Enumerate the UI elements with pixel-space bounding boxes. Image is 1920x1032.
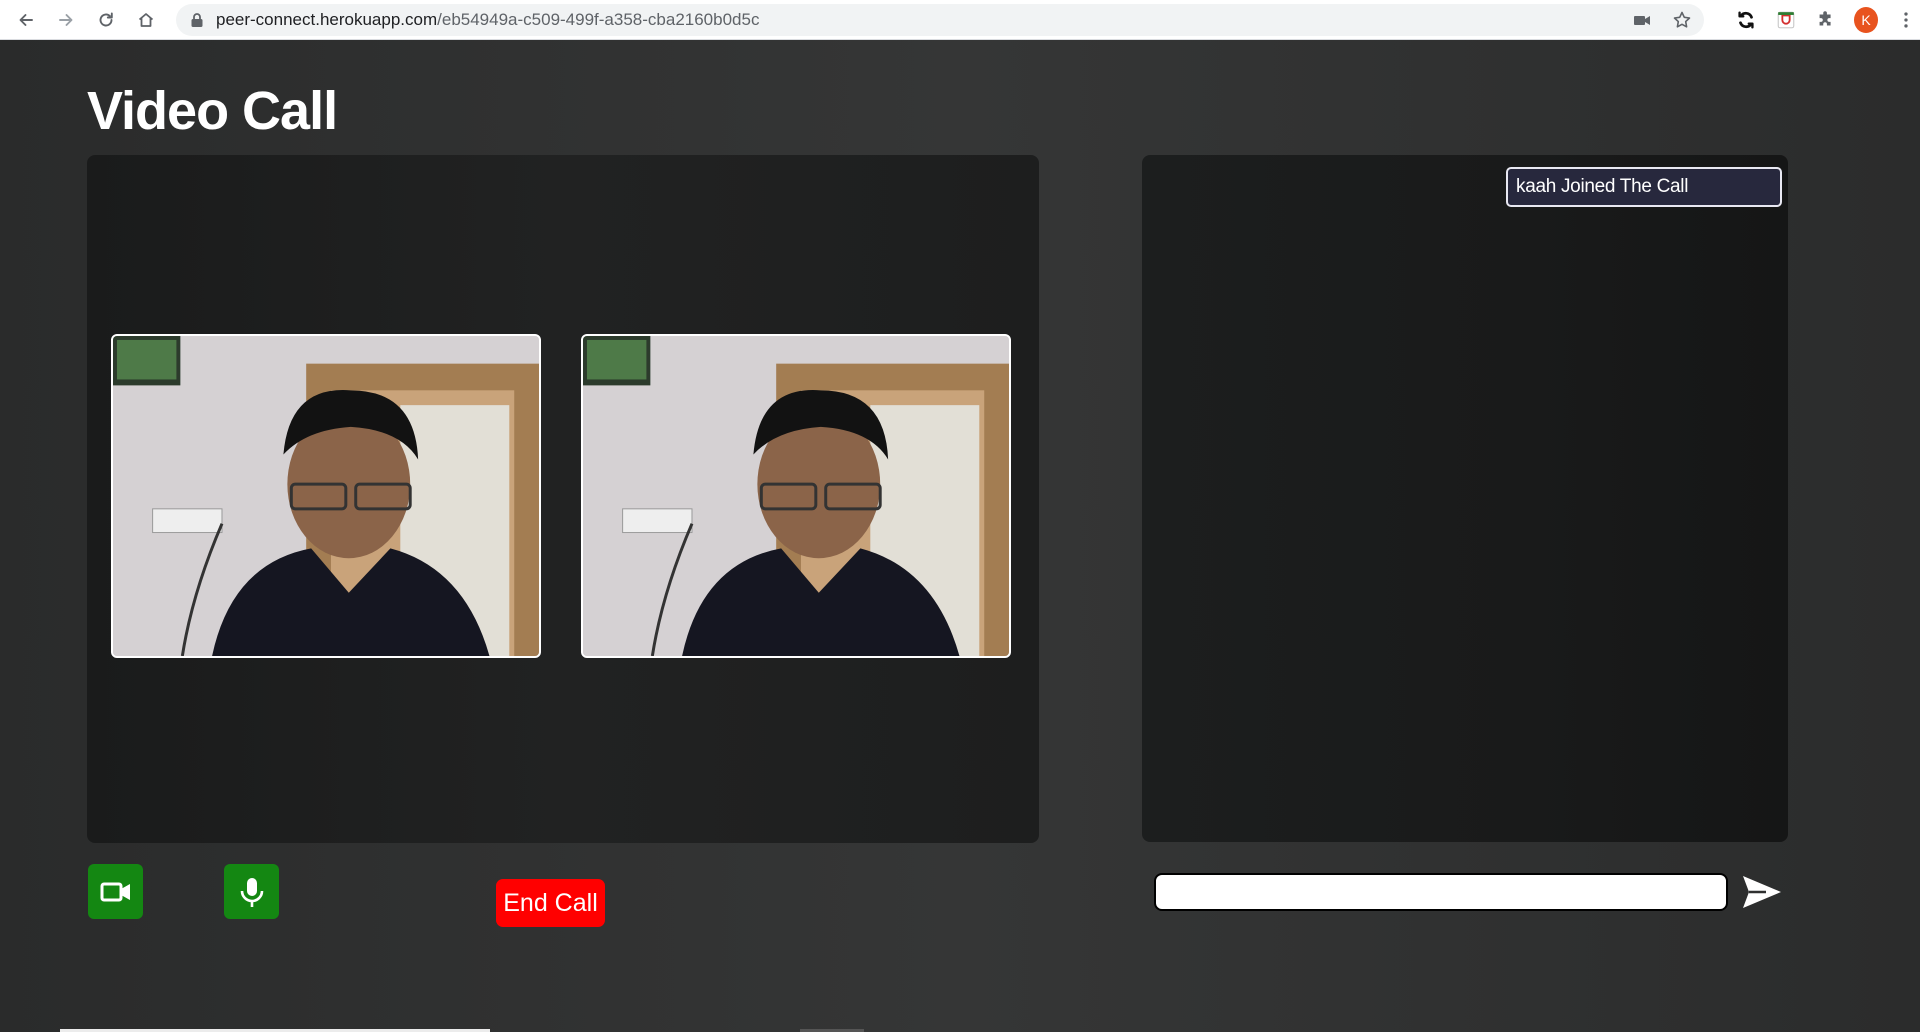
microphone-icon bbox=[240, 877, 263, 907]
url-path: /eb54949a-c509-499f-a358-cba2160b0d5c bbox=[437, 9, 760, 29]
profile-initial: K bbox=[1854, 6, 1878, 33]
more-menu-icon[interactable] bbox=[1894, 8, 1918, 32]
back-arrow-icon bbox=[19, 13, 33, 26]
send-icon bbox=[1743, 876, 1781, 908]
chat-input[interactable] bbox=[1154, 873, 1728, 911]
home-button[interactable] bbox=[130, 4, 162, 36]
back-button[interactable] bbox=[10, 4, 42, 36]
toggle-mic-button[interactable] bbox=[224, 864, 279, 919]
chat-panel: kaah Joined The Call bbox=[1142, 155, 1788, 842]
home-icon bbox=[138, 12, 154, 27]
webcam-frame-image bbox=[583, 336, 1009, 656]
shield-extension-icon[interactable] bbox=[1774, 8, 1798, 32]
lock-icon bbox=[191, 12, 203, 27]
url-host: peer-connect.herokuapp.com bbox=[216, 9, 438, 29]
bookmark-star-icon[interactable] bbox=[1672, 10, 1692, 30]
sync-extension-icon[interactable] bbox=[1734, 8, 1758, 32]
address-bar[interactable]: peer-connect.herokuapp.com/eb54949a-c509… bbox=[176, 3, 1704, 36]
profile-avatar[interactable]: K bbox=[1854, 6, 1878, 33]
reload-icon bbox=[99, 12, 113, 26]
forward-arrow-icon bbox=[59, 13, 73, 26]
toggle-camera-button[interactable] bbox=[88, 864, 143, 919]
forward-button[interactable] bbox=[50, 4, 82, 36]
page-title: Video Call bbox=[87, 81, 338, 141]
browser-toolbar: peer-connect.herokuapp.com/eb54949a-c509… bbox=[0, 0, 1920, 40]
video-grid bbox=[87, 155, 1039, 843]
send-button[interactable] bbox=[1740, 872, 1784, 912]
remote-video bbox=[581, 334, 1011, 658]
end-call-button[interactable]: End Call bbox=[496, 879, 605, 927]
reload-button[interactable] bbox=[90, 4, 122, 36]
camera-in-use-icon[interactable] bbox=[1632, 10, 1652, 30]
chat-message: kaah Joined The Call bbox=[1506, 167, 1782, 207]
webcam-frame-image bbox=[113, 336, 539, 656]
local-video bbox=[111, 334, 541, 658]
extensions-puzzle-icon[interactable] bbox=[1814, 8, 1838, 32]
video-camera-icon bbox=[100, 882, 130, 901]
